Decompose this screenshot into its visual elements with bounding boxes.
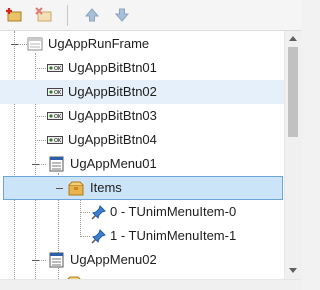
svg-text:OK: OK xyxy=(54,90,62,96)
scroll-up-icon[interactable] xyxy=(289,36,297,41)
tree-node-label: UgAppMenu02 xyxy=(70,252,157,267)
tree-node-ugappbitbtn01[interactable]: OK UgAppBitBtn01 xyxy=(0,56,284,80)
folder-box-icon xyxy=(68,181,84,196)
bitbtn-icon: OK xyxy=(47,136,63,144)
add-item-icon xyxy=(6,8,22,22)
tree-node-ugappbitbtn03[interactable]: OK UgAppBitBtn03 xyxy=(0,104,284,128)
delete-item-button[interactable] xyxy=(34,5,54,25)
tree-node-label: 1 - TUnimMenuItem-1 xyxy=(110,228,237,243)
tree-node-label: UgAppBitBtn03 xyxy=(68,108,157,123)
collapse-toggle[interactable] xyxy=(56,188,63,189)
scrollbar-thumb[interactable] xyxy=(288,47,298,137)
toolbar xyxy=(0,0,301,30)
tree-node-label: UgAppBitBtn02 xyxy=(68,84,157,99)
tree-node-label: UgAppBitBtn01 xyxy=(68,60,157,75)
tree-node-label: 0 - TUnimMenuItem-0 xyxy=(110,204,237,219)
vertical-scrollbar[interactable] xyxy=(284,31,301,279)
tree-node-ugappbitbtn04[interactable]: OK UgAppBitBtn04 xyxy=(0,128,284,152)
move-down-button[interactable] xyxy=(112,5,132,25)
tree-node-menuitem-1[interactable]: 1 - TUnimMenuItem-1 xyxy=(0,224,284,248)
collapse-toggle[interactable] xyxy=(11,44,18,45)
tree-node-ugappmenu02[interactable]: UgAppMenu02 xyxy=(0,248,284,272)
collapse-toggle[interactable] xyxy=(32,260,39,261)
scroll-down-icon[interactable] xyxy=(289,268,297,273)
tree-node-items[interactable]: Items xyxy=(3,176,283,200)
collapse-toggle[interactable] xyxy=(32,164,39,165)
pin-icon xyxy=(91,205,106,220)
tree-node-label: UgAppRunFrame xyxy=(48,36,150,51)
svg-text:OK: OK xyxy=(54,114,62,120)
tree-node-ugappbitbtn02[interactable]: OK UgAppBitBtn02 xyxy=(0,80,284,104)
horizontal-scrollbar[interactable] xyxy=(0,279,301,290)
bitbtn-icon: OK xyxy=(47,64,63,72)
toolbar-separator xyxy=(67,5,68,26)
move-up-button[interactable] xyxy=(82,5,102,25)
tree-node-label: UgAppBitBtn04 xyxy=(68,132,157,147)
arrow-up-icon xyxy=(85,8,99,22)
tree-node-ugapprunframe[interactable]: UgAppRunFrame xyxy=(0,32,284,56)
arrow-down-icon xyxy=(115,8,129,22)
component-tree[interactable]: UgAppRunFrame OK UgAppBitBtn01 OK UgAppB… xyxy=(0,30,301,290)
tree-node-ugappmenu01[interactable]: UgAppMenu01 xyxy=(0,152,284,176)
bitbtn-icon: OK xyxy=(47,88,63,96)
frame-icon xyxy=(27,37,43,51)
delete-item-icon xyxy=(35,7,52,22)
pin-icon xyxy=(91,229,106,244)
tree-node-label: UgAppMenu01 xyxy=(70,156,157,171)
menu-icon xyxy=(49,156,64,172)
bitbtn-icon: OK xyxy=(47,112,63,120)
svg-text:OK: OK xyxy=(54,138,62,144)
add-item-button[interactable] xyxy=(4,5,24,25)
tree-node-menuitem-0[interactable]: 0 - TUnimMenuItem-0 xyxy=(0,200,284,224)
tree-node-label: Items xyxy=(90,180,122,195)
menu-icon xyxy=(49,252,64,268)
svg-text:OK: OK xyxy=(54,66,62,72)
